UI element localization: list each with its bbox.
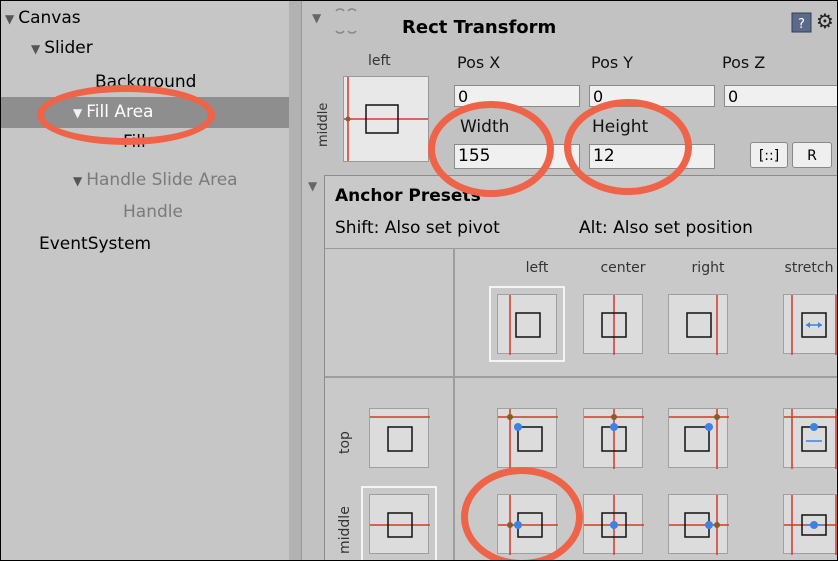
hierarchy-item-slider[interactable]: ▼ Slider [31, 33, 319, 64]
foldout-arrow-icon[interactable]: ▼ [308, 179, 317, 193]
preset-none-top[interactable] [369, 408, 430, 468]
hierarchy-item-label: Handle Slide Area [86, 170, 238, 190]
component-title: Rect Transform [402, 17, 557, 38]
preset-center-none[interactable] [583, 294, 643, 355]
expand-arrow-icon[interactable]: ▼ [73, 166, 82, 197]
svg-text:?: ? [798, 17, 805, 32]
raw-edit-button[interactable]: R [792, 142, 832, 168]
hierarchy-item-label: Canvas [18, 8, 81, 28]
panel-divider[interactable] [289, 1, 302, 560]
hierarchy-item-label: Handle [123, 202, 183, 222]
preset-center-top[interactable] [583, 408, 644, 469]
highlight-circle [564, 99, 692, 195]
expand-arrow-icon[interactable]: ▼ [31, 34, 40, 65]
grid-divider-horizontal [325, 376, 837, 378]
gear-icon[interactable]: ⚙ [816, 9, 834, 33]
preset-right-middle[interactable] [668, 494, 729, 555]
anchor-preset-button[interactable] [343, 76, 429, 162]
shift-hint: Shift: Also set pivot [335, 218, 500, 238]
highlight-circle [428, 101, 554, 197]
hierarchy-item-eventsystem[interactable]: EventSystem [39, 229, 327, 260]
expand-arrow-icon[interactable]: ▼ [5, 4, 14, 35]
pos-y-label: Pos Y [591, 53, 634, 72]
rect-transform-icon [335, 8, 357, 34]
preset-none-middle[interactable] [361, 486, 437, 560]
pos-z-field[interactable]: 0 [724, 85, 837, 107]
column-header-left: left [525, 260, 549, 276]
row-header-middle: middle [337, 506, 353, 554]
pos-z-label: Pos Z [722, 53, 766, 72]
rect-transform-header[interactable]: ▼ Rect Transform ? ⚙ [302, 1, 837, 45]
preset-right-none[interactable] [668, 294, 728, 355]
pos-x-label: Pos X [457, 53, 501, 72]
row-header-top: top [337, 431, 353, 454]
preset-right-top[interactable] [668, 408, 729, 469]
preset-stretch-middle[interactable] [783, 494, 837, 555]
anchor-horizontal-label: left [368, 53, 391, 69]
column-header-center: center [600, 260, 646, 276]
preset-left-top[interactable] [497, 408, 558, 469]
preset-stretch-top[interactable] [783, 408, 837, 469]
hierarchy-item-label: EventSystem [39, 234, 152, 254]
highlight-circle [37, 85, 215, 145]
preset-left-none[interactable] [489, 286, 565, 362]
alt-hint: Alt: Also set position [579, 218, 753, 238]
column-header-right: right [691, 260, 725, 276]
hierarchy-item-canvas[interactable]: ▼ Canvas [5, 3, 293, 34]
editor-window: ▼ Canvas ▼ Slider Background ▼ Fill Area Fi… [0, 0, 838, 561]
column-header-stretch: stretch [784, 260, 834, 276]
foldout-arrow-icon[interactable]: ▼ [312, 11, 321, 25]
preset-center-middle[interactable] [583, 494, 644, 555]
help-icon[interactable]: ? [791, 12, 813, 34]
highlight-circle [461, 467, 583, 560]
anchor-vertical-label: middle [316, 102, 331, 147]
preset-stretch-none[interactable] [783, 294, 837, 355]
hierarchy-item-label: Slider [44, 38, 93, 58]
grid-divider-vertical [453, 248, 455, 560]
anchor-presets-popup: Anchor Presets Shift: Also set pivot Alt… [324, 175, 837, 560]
blueprint-mode-button[interactable]: [::] [750, 142, 788, 168]
inspector-panel: ▼ Rect Transform ? ⚙ left middle Pos X P… [302, 1, 837, 560]
